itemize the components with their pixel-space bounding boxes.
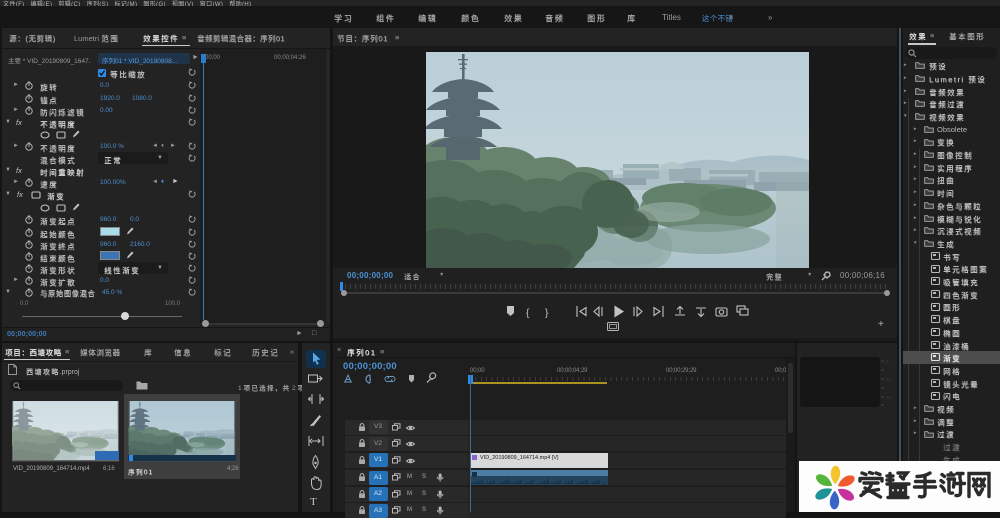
svg-text:}: }: [545, 308, 549, 319]
svg-text:24: 24: [886, 395, 892, 400]
svg-text:12: 12: [886, 377, 892, 382]
svg-text:0: 0: [886, 359, 889, 364]
svg-text:{: {: [526, 308, 530, 319]
